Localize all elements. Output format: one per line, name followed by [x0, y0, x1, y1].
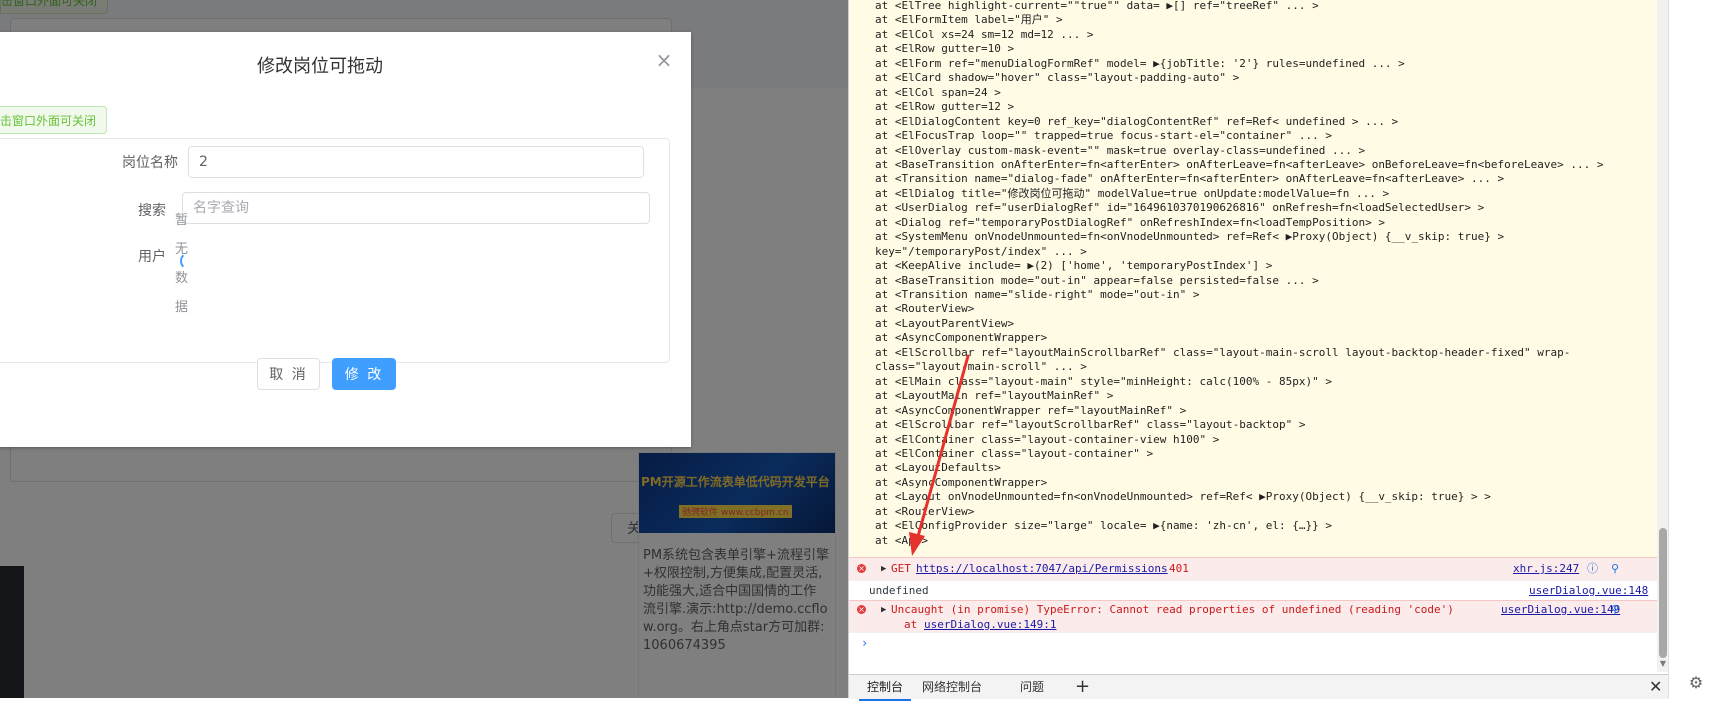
- stack-line: at <ElCol xs=24 sm=12 md=12 ... >: [875, 27, 1094, 41]
- edit-position-dialog: 修改岗位可拖动 × 击窗口外面可关闭 岗位名称 2 搜索 名字查询 用户 暂无数…: [0, 32, 691, 447]
- stack-line: at <ElDialogContent key=0 ref_key="dialo…: [875, 114, 1399, 128]
- stack-line: at <ElCol span=24 >: [875, 85, 1001, 99]
- tab-issues[interactable]: 问题: [1012, 675, 1052, 699]
- submit-button[interactable]: 修 改: [332, 358, 396, 390]
- devtools-panel: at <ElTree highlight-current=""true"" da…: [848, 0, 1669, 701]
- dialog-title[interactable]: 修改岗位可拖动: [0, 52, 640, 78]
- hint-badge: 击窗口外面可关闭: [0, 106, 108, 134]
- stack-line: at <UserDialog ref="userDialogRef" id="1…: [875, 201, 1485, 215]
- error-source-link[interactable]: userDialog.vue:149: [1501, 603, 1620, 617]
- stack-line: at <LayoutMain ref="layoutMainRef" >: [875, 389, 1114, 403]
- gear-icon[interactable]: ⚙: [1687, 674, 1705, 692]
- stack-line: at <ElForm ref="menuDialogFormRef" model…: [875, 56, 1405, 70]
- error-icon: ×: [857, 564, 866, 573]
- error-url[interactable]: https://localhost:7047/api/Permissions: [916, 558, 1168, 580]
- stack-line: at <BaseTransition onAfterEnter=fn<after…: [875, 157, 1604, 171]
- stack-line: at <ElFocusTrap loop="" trapped=true foc…: [875, 129, 1332, 143]
- devtools-side-gutter: ⚙: [1668, 0, 1724, 698]
- search-input[interactable]: 名字查询: [182, 192, 650, 224]
- stack-line: class="layout-main-scroll" ... >: [875, 360, 1087, 374]
- error-source-link[interactable]: xhr.js:247: [1513, 558, 1579, 580]
- add-tab-icon[interactable]: +: [1067, 675, 1098, 699]
- stack-line: at <Transition name="dialog-fade" onAfte…: [875, 172, 1505, 186]
- search-icon[interactable]: ⚲: [1611, 558, 1619, 580]
- stack-line: at <ElFormItem label="用户" >: [875, 13, 1063, 27]
- stack-line: at <BaseTransition mode="out-in" appear=…: [875, 273, 1319, 287]
- app-area: 击窗口外面可关闭 关闭 PM开源工作流表单低代码开发平台 驰骋软件 www.cc…: [0, 0, 848, 698]
- console-prompt[interactable]: ›: [849, 632, 1657, 653]
- error-method: GET: [891, 562, 911, 575]
- error-icon: ×: [857, 605, 866, 614]
- info-circle-icon[interactable]: ⓘ: [1587, 558, 1598, 580]
- stack-line: at <RouterView>: [875, 504, 975, 518]
- tab-console[interactable]: 控制台: [859, 675, 912, 701]
- stack-line: at <ElContainer class="layout-container-…: [875, 432, 1220, 446]
- stack-line: at <ElContainer class="layout-container"…: [875, 446, 1154, 460]
- stack-line: at <ElScrollbar ref="layoutScrollbarRef"…: [875, 418, 1306, 432]
- error-status: 401: [1169, 562, 1189, 575]
- stack-line: key="/temporaryPost/index" ... >: [875, 244, 1087, 258]
- scroll-down-arrow-icon[interactable]: ▼: [1659, 660, 1667, 668]
- console-log-undefined: undefined userDialog.vue:148: [849, 580, 1657, 601]
- stack-line: at <ElDialog title="修改岗位可拖动" modelValue=…: [875, 186, 1390, 200]
- console-error-typeerror[interactable]: × ▶ Uncaught (in promise) TypeError: Can…: [849, 600, 1657, 633]
- job-title-label: 岗位名称: [122, 155, 178, 171]
- error-at-link[interactable]: userDialog.vue:149:1: [924, 618, 1056, 632]
- user-label: 用户: [138, 249, 166, 265]
- stack-line: at <LayoutParentView>: [875, 316, 1015, 330]
- stack-line: at <ElRow gutter=12 >: [875, 100, 1015, 114]
- tab-network-console[interactable]: 网络控制台: [914, 675, 990, 699]
- stack-line: at <Layout onVnodeUnmounted=fn<onVnodeUn…: [875, 490, 1491, 504]
- stack-line: at <ElCard shadow="hover" class="layout-…: [875, 71, 1240, 85]
- stack-line: at <RouterView>: [875, 302, 975, 316]
- search-label: 搜索: [138, 203, 166, 219]
- stack-line: at <App>: [875, 533, 928, 547]
- job-title-input[interactable]: 2: [188, 146, 644, 178]
- log-text: undefined: [869, 584, 929, 597]
- close-drawer-icon[interactable]: ✕: [1649, 675, 1662, 699]
- log-source-link[interactable]: userDialog.vue:148: [1529, 581, 1648, 601]
- stack-line: at <LayoutDefaults>: [875, 461, 1001, 475]
- stack-line: at <Transition name="slide-right" mode="…: [875, 288, 1200, 301]
- console-error-get[interactable]: × ▶ GET https://localhost:7047/api/Permi…: [849, 557, 1657, 580]
- error-at-prefix: at: [904, 618, 918, 631]
- stack-line: at <ElScrollbar ref="layoutMainScrollbar…: [875, 345, 1571, 359]
- stack-line: at <AsyncComponentWrapper>: [875, 475, 1048, 489]
- stack-line: at <ElOverlay custom-mask-event="" mask=…: [875, 143, 1366, 157]
- stack-line: at <Dialog ref="temporaryPostDialogRef" …: [875, 215, 1385, 229]
- error-message: Uncaught (in promise) TypeError: Cannot …: [891, 603, 1454, 616]
- stack-line: at <ElTree highlight-current=""true"" da…: [875, 0, 1319, 12]
- devtools-drawer-tabs: 控制台 网络控制台 问题 + ✕: [849, 674, 1669, 701]
- console-stack-trace: at <ElTree highlight-current=""true"" da…: [849, 0, 1657, 557]
- stack-line: at <ElMain class="layout-main" style="mi…: [875, 374, 1332, 388]
- loading-spinner-icon: [180, 252, 198, 270]
- devtools-scrollbar-thumb[interactable]: [1659, 528, 1667, 658]
- stack-line: at <ElRow gutter=10 >: [875, 42, 1015, 56]
- close-icon[interactable]: ×: [654, 50, 674, 70]
- search-icon[interactable]: ⚲: [1611, 603, 1619, 617]
- stack-line: at <ElConfigProvider size="large" locale…: [875, 519, 1332, 533]
- cancel-button[interactable]: 取 消: [257, 358, 320, 390]
- stack-line: at <AsyncComponentWrapper>: [875, 331, 1048, 345]
- stack-line: at <AsyncComponentWrapper ref="layoutMai…: [875, 403, 1187, 417]
- stack-line: at <KeepAlive include= ▶(2) ['home', 'te…: [875, 259, 1273, 273]
- expand-caret-icon[interactable]: ▶: [881, 603, 886, 617]
- prompt-chevron-icon: ›: [861, 636, 869, 650]
- expand-caret-icon[interactable]: ▶: [881, 558, 886, 580]
- stack-line: at <SystemMenu onVnodeUnmounted=fn<onVno…: [875, 230, 1505, 244]
